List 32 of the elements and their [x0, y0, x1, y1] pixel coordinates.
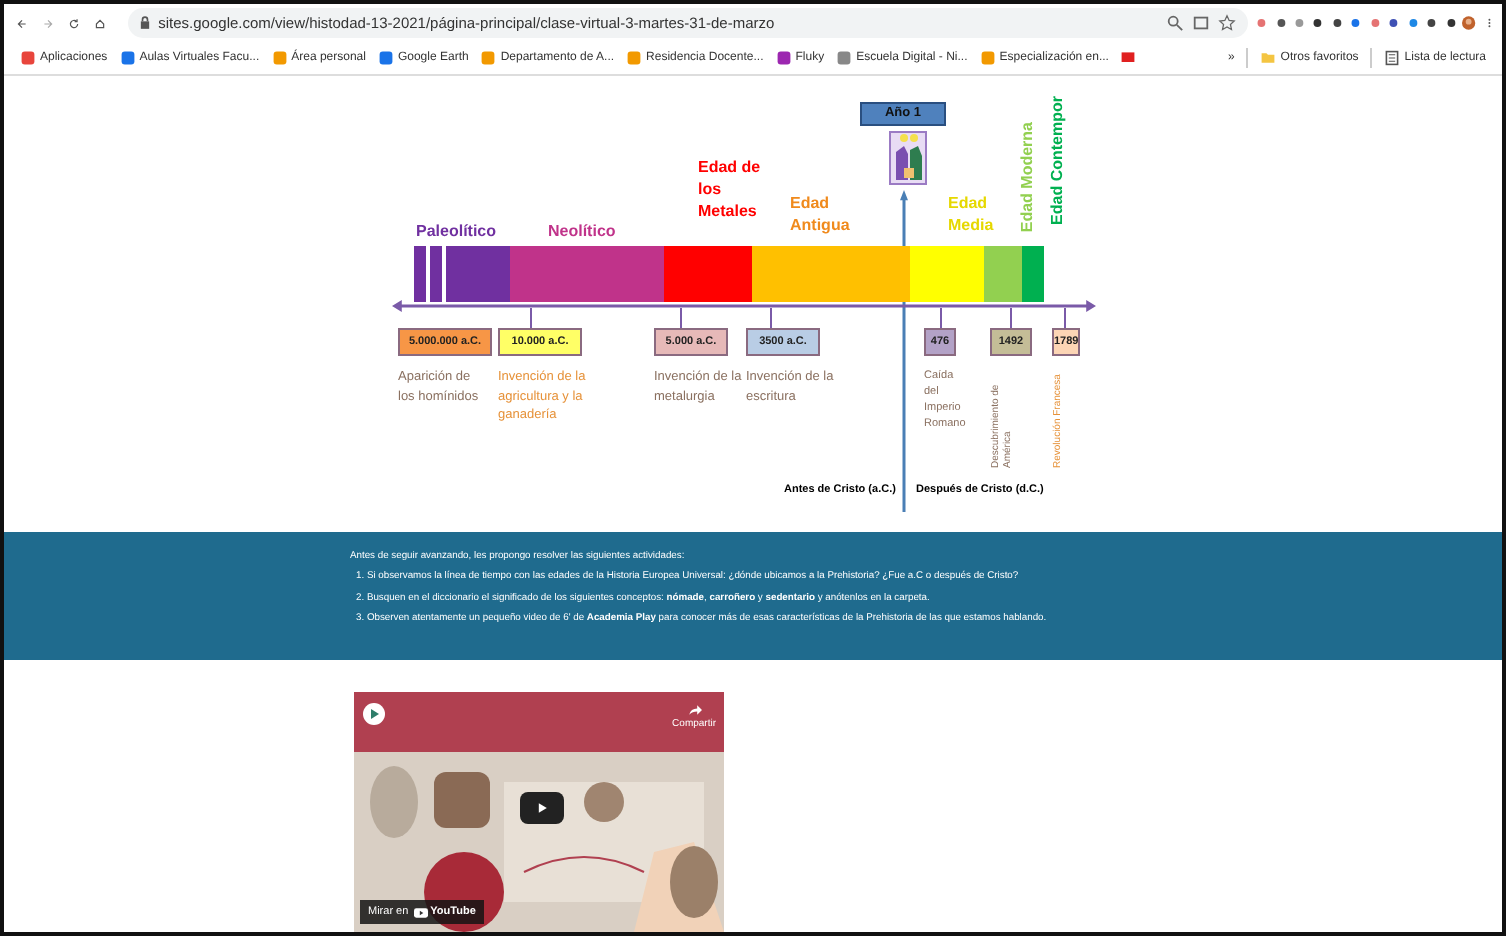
share-icon [686, 702, 703, 718]
folder-icon [1260, 50, 1277, 67]
bookmark-icon [480, 50, 497, 67]
bar-stripe [430, 246, 442, 302]
lock-icon [140, 16, 151, 31]
bookmark-icon [836, 50, 853, 67]
list-icon [1384, 50, 1401, 67]
star-icon[interactable] [1218, 14, 1237, 33]
share-icon[interactable] [1192, 14, 1211, 33]
era-label: Paleolítico [416, 220, 499, 242]
era-label: Edad Antigua [790, 192, 852, 236]
era-label: Edad Media [948, 192, 996, 236]
era-label: Edad Moderna [1016, 122, 1038, 233]
bookmark-icon [626, 50, 643, 67]
play-icon [414, 907, 429, 917]
era-label: Neolítico [548, 220, 618, 242]
reload-icon[interactable] [68, 13, 81, 34]
bar-stripe [414, 246, 426, 302]
era-label: Edad Contempor [1046, 96, 1068, 225]
zoom-icon[interactable] [1166, 14, 1185, 33]
avatar-icon[interactable] [1461, 12, 1476, 35]
bookmark-icon[interactable] [1120, 50, 1137, 67]
bookmark-icon [979, 50, 996, 67]
era-label: Edad de los Metales [698, 156, 763, 222]
bookmark-icon [377, 50, 394, 67]
bookmark-icon [271, 50, 288, 67]
bookmark-icon [20, 50, 36, 67]
play-button[interactable] [520, 792, 564, 824]
play-icon [534, 800, 550, 816]
bookmark-icon [775, 50, 792, 67]
bookmark-icon [119, 50, 136, 67]
play-icon [362, 702, 386, 726]
